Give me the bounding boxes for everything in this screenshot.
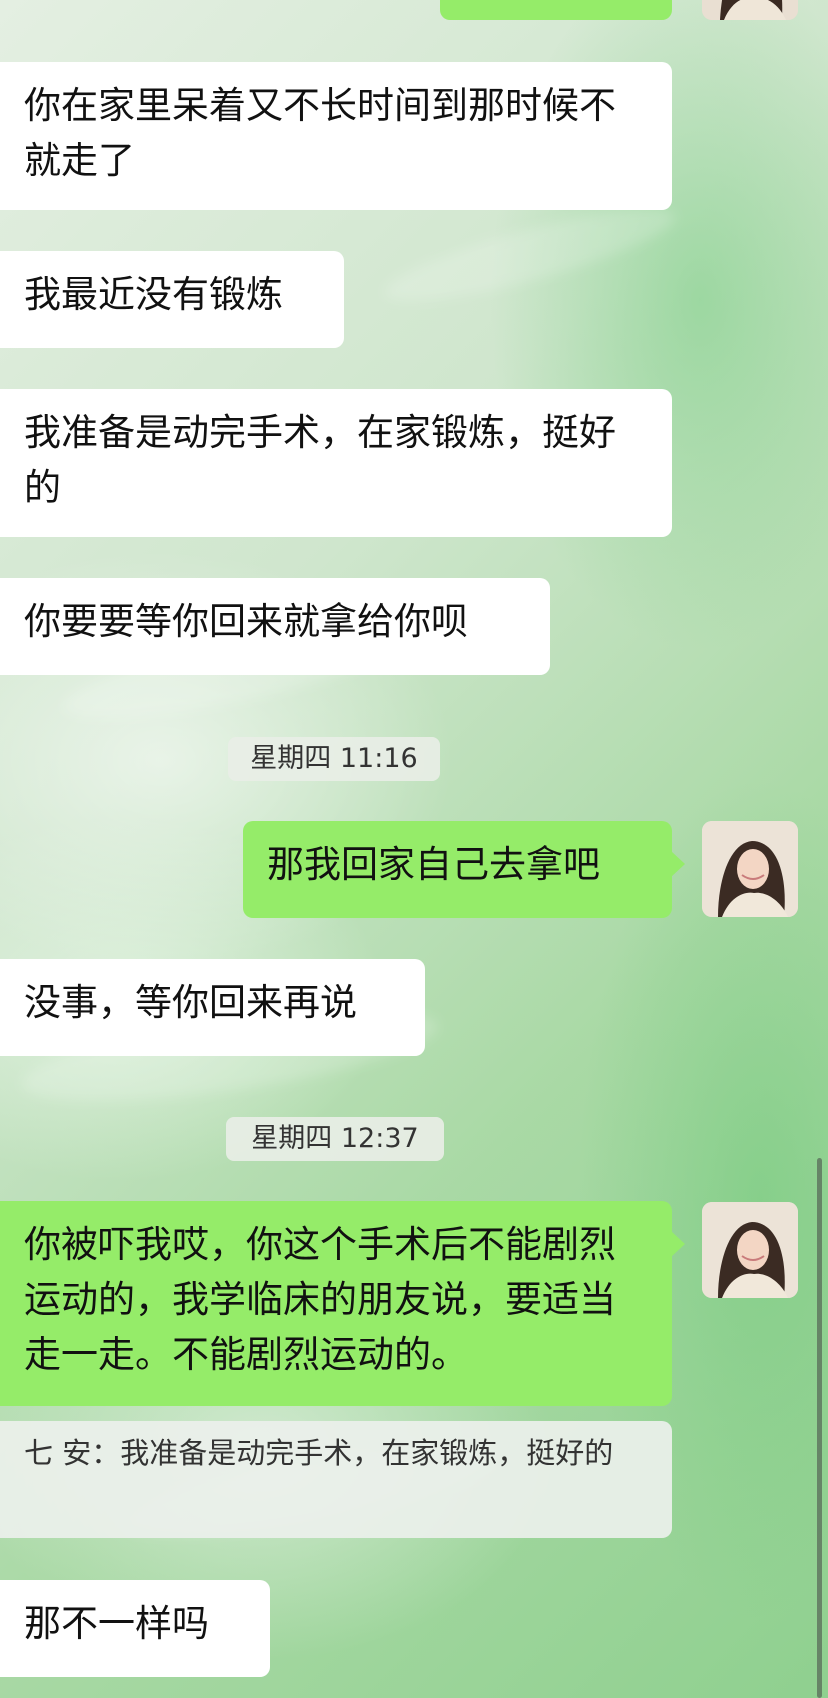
timestamp: 星期四 11:16 — [228, 737, 440, 781]
incoming-message-bubble[interactable]: 没事，等你回来再说 — [0, 959, 425, 1056]
user-avatar[interactable] — [702, 821, 798, 917]
message-text: 我最近没有锻炼 — [24, 273, 283, 316]
timestamp: 星期四 12:37 — [226, 1117, 444, 1161]
message-text: 你要要等你回来就拿给你呗 — [24, 600, 468, 643]
incoming-message-bubble[interactable]: 你在家里呆着又不长时间到那时候不就走了 — [0, 62, 672, 210]
quoted-message[interactable]: 七 安：我准备是动完手术，在家锻炼，挺好的 — [0, 1421, 672, 1538]
avatar-portrait-icon — [702, 0, 798, 20]
outgoing-message-bubble[interactable]: 你被吓我哎，你这个手术后不能剧烈运动的，我学临床的朋友说，要适当走一走。不能剧烈… — [0, 1201, 685, 1406]
outgoing-message-bubble-cropped[interactable] — [440, 0, 672, 20]
message-text: 你在家里呆着又不长时间到那时候不就走了 — [24, 84, 616, 182]
incoming-message-bubble[interactable]: 我最近没有锻炼 — [0, 251, 344, 348]
user-avatar[interactable] — [702, 0, 798, 20]
message-text: 你被吓我哎，你这个手术后不能剧烈运动的，我学临床的朋友说，要适当走一走。不能剧烈… — [24, 1223, 616, 1376]
message-text: 那不一样吗 — [24, 1602, 209, 1645]
message-text: 那我回家自己去拿吧 — [267, 843, 600, 886]
incoming-message-bubble[interactable]: 你要要等你回来就拿给你呗 — [0, 578, 550, 675]
message-text: 没事，等你回来再说 — [24, 981, 357, 1024]
scrollbar[interactable] — [817, 1158, 822, 1698]
outgoing-message-bubble[interactable]: 那我回家自己去拿吧 — [243, 821, 685, 918]
incoming-message-bubble[interactable]: 我准备是动完手术，在家锻炼，挺好的 — [0, 389, 672, 537]
incoming-message-bubble[interactable]: 那不一样吗 — [0, 1580, 270, 1677]
background-wave — [378, 192, 682, 318]
quoted-message-text: 七 安：我准备是动完手术，在家锻炼，挺好的 — [24, 1436, 614, 1470]
message-text: 我准备是动完手术，在家锻炼，挺好的 — [24, 411, 616, 509]
user-avatar[interactable] — [702, 1202, 798, 1298]
avatar-portrait-icon — [702, 1202, 798, 1298]
avatar-portrait-icon — [702, 821, 798, 917]
